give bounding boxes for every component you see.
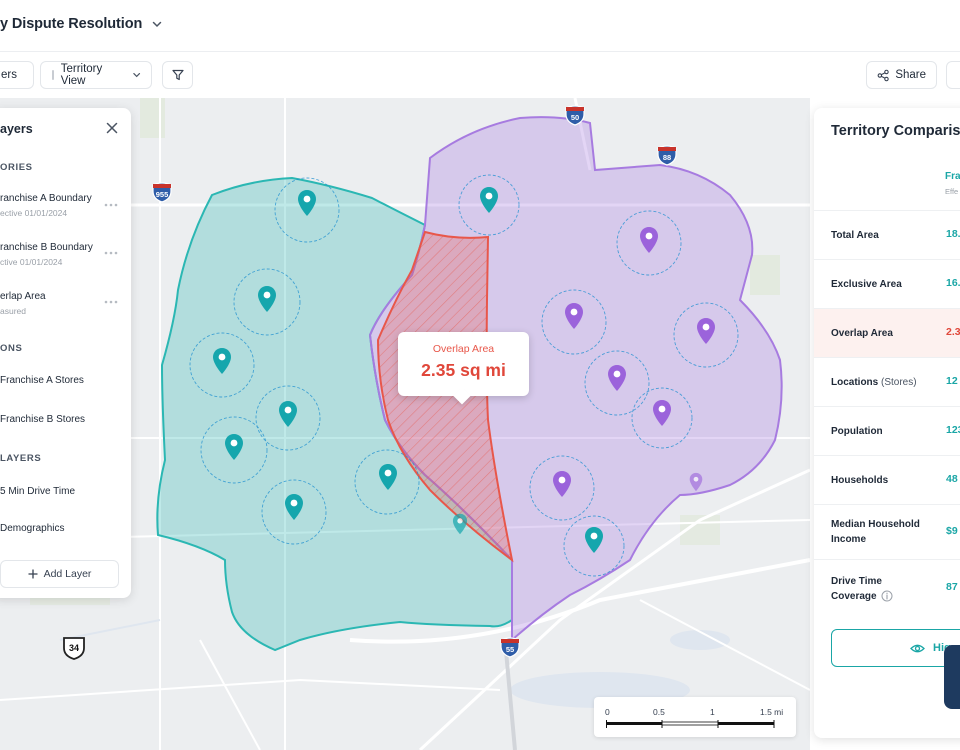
callout-label: Overlap Area	[432, 343, 495, 355]
layer-item-overlap-area[interactable]: erlap Area asured	[0, 291, 46, 316]
scale-tick-label: 0	[605, 707, 610, 717]
more-options-icon[interactable]	[103, 299, 119, 305]
panel-title: Territory Comparis	[831, 123, 960, 139]
more-options-icon[interactable]	[103, 250, 119, 256]
view-grip-icon	[52, 70, 54, 80]
scale-tick-label: 0.5	[653, 707, 665, 717]
filter-button[interactable]	[162, 61, 193, 89]
share-icon	[877, 69, 889, 81]
filter-icon	[171, 69, 184, 81]
map-toolbar: ers Territory View Share	[0, 52, 960, 98]
table-row-overlap: Overlap Area 2.3	[814, 308, 960, 357]
app-header: y Dispute Resolution	[0, 0, 960, 52]
table-row: Drive Time Coverage 87	[814, 559, 960, 617]
section-territories: ORIES	[0, 162, 33, 173]
territory-view-label: Territory View	[60, 63, 103, 87]
layers-panel-title: ayers	[0, 122, 33, 136]
more-button[interactable]	[946, 61, 960, 89]
table-row: Total Area 18.	[814, 210, 960, 259]
info-icon[interactable]	[881, 590, 893, 602]
layers-button-label: ers	[1, 69, 17, 81]
scale-tick-label: 1.5 mi	[760, 707, 784, 717]
table-row: Locations (Stores) 12	[814, 357, 960, 406]
table-row: Population 123	[814, 406, 960, 455]
floating-action-button[interactable]	[944, 645, 960, 709]
layer-item-franchise-b-boundary[interactable]: ranchise B Boundary ctive 01/01/2024	[0, 242, 93, 267]
overlap-callout: Overlap Area 2.35 sq mi	[398, 332, 529, 405]
layer-item-demographics[interactable]: Demographics	[0, 523, 64, 534]
shield-label: 55	[505, 645, 515, 654]
territory-comparison-panel: Territory Comparis Fra Effe Total Area 1…	[814, 108, 960, 738]
scale-tick-label: 1	[710, 707, 715, 717]
territory-view-select[interactable]: Territory View	[40, 61, 152, 89]
chevron-down-icon	[152, 21, 162, 28]
plus-icon	[27, 569, 38, 579]
layer-item-drive-time[interactable]: 5 Min Drive Time	[0, 486, 75, 497]
scale-ruler	[606, 720, 775, 728]
add-layer-button[interactable]: Add Layer	[0, 560, 119, 588]
layers-button[interactable]: ers	[0, 61, 34, 89]
layer-item-franchise-b-stores[interactable]: Franchise B Stores	[0, 414, 85, 425]
section-locations: ONS	[0, 343, 23, 354]
shield-label: 88	[662, 153, 672, 162]
table-row: Exclusive Area 16.	[814, 259, 960, 308]
shield-label: 34	[68, 643, 79, 653]
add-layer-label: Add Layer	[43, 568, 92, 580]
eye-icon	[910, 644, 925, 652]
table-row: Households 48	[814, 455, 960, 504]
layers-panel: ayers ORIES ranchise A Boundary ective 0…	[0, 108, 131, 598]
share-button-label: Share	[895, 69, 926, 81]
close-icon[interactable]	[104, 120, 120, 136]
shield-label: 50	[570, 113, 580, 122]
share-button[interactable]: Share	[866, 61, 937, 89]
column-header-franchise-a: Fra	[945, 171, 960, 182]
scale-bar: 0 0.5 1 1.5 mi	[594, 697, 796, 737]
project-title: y Dispute Resolution	[0, 16, 143, 32]
section-context-layers: LAYERS	[0, 453, 42, 464]
chevron-down-icon	[132, 72, 140, 78]
layer-item-franchise-a-stores[interactable]: Franchise A Stores	[0, 375, 84, 386]
more-options-icon[interactable]	[103, 202, 119, 208]
shield-label: 955	[155, 190, 169, 199]
callout-value: 2.35 sq mi	[421, 360, 506, 380]
project-title-dropdown[interactable]: y Dispute Resolution	[0, 16, 164, 32]
table-row: Median Household Income $9	[814, 504, 960, 559]
layer-item-franchise-a-boundary[interactable]: ranchise A Boundary ective 01/01/2024	[0, 193, 92, 218]
highlight-button[interactable]: Hig	[831, 629, 960, 667]
column-subheader: Effe	[945, 187, 959, 196]
